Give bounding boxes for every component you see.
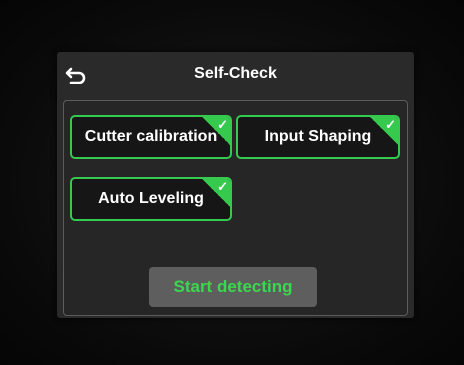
checkmark-icon: ✓ — [217, 117, 228, 132]
touch-screen: Self-Check Cutter calibration ✓ Input Sh… — [57, 52, 414, 318]
page-title: Self-Check — [194, 65, 277, 82]
checkmark-icon: ✓ — [385, 117, 396, 132]
tile-auto-leveling[interactable]: Auto Leveling ✓ — [70, 177, 232, 221]
tile-cutter-calibration[interactable]: Cutter calibration ✓ — [70, 115, 232, 159]
header-bar: Self-Check — [57, 52, 414, 98]
tile-input-shaping[interactable]: Input Shaping ✓ — [236, 115, 400, 159]
start-detecting-button[interactable]: Start detecting — [149, 267, 317, 307]
checkmark-icon: ✓ — [217, 179, 228, 194]
